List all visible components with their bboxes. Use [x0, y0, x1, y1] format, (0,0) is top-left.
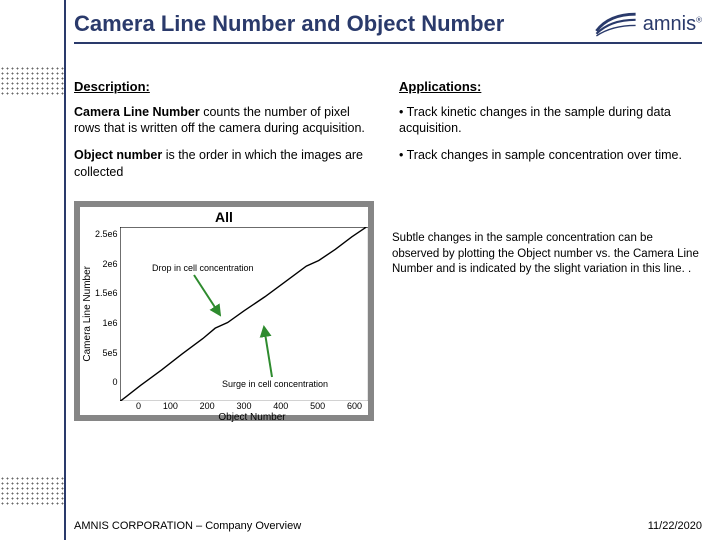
description-para-2: Object number is the order in which the …	[74, 147, 377, 181]
arrow-surge-icon	[262, 319, 302, 379]
applications-bullet-1: • Track kinetic changes in the sample du…	[399, 104, 702, 138]
amnis-swoosh-icon	[595, 10, 637, 38]
arrow-drop-icon	[194, 275, 254, 325]
chart-caption: Subtle changes in the sample concentrati…	[392, 231, 702, 278]
header: Camera Line Number and Object Number amn…	[74, 10, 702, 44]
brand-logo: amnis®	[595, 10, 702, 38]
footer: AMNIS CORPORATION – Company Overview 11/…	[74, 520, 702, 532]
applications-column: Applications: • Track kinetic changes in…	[399, 78, 702, 191]
chart-xlabel: Object Number	[80, 411, 368, 423]
chart-xticks: 0 100 200 300 400 500 600	[136, 401, 368, 411]
chart-container: All Camera Line Number 2.5e6 2e6 1.5e6 1…	[74, 201, 374, 421]
left-dotted-rail	[0, 0, 64, 540]
brand-name: amnis	[643, 13, 696, 35]
footer-date: 11/22/2020	[648, 520, 702, 532]
brand-reg: ®	[696, 15, 702, 24]
applications-bullet-2: • Track changes in sample concentration …	[399, 147, 702, 164]
chart-yticks: 2.5e6 2e6 1.5e6 1e6 5e5 0	[95, 227, 120, 401]
chart-title: All	[80, 207, 368, 227]
description-heading: Description:	[74, 78, 377, 96]
vertical-divider	[64, 0, 66, 540]
content: Description: Camera Line Number counts t…	[74, 78, 702, 506]
annotation-surge: Surge in cell concentration	[222, 379, 328, 389]
chart-ylabel: Camera Line Number	[80, 266, 95, 362]
page-title: Camera Line Number and Object Number	[74, 11, 504, 36]
annotation-drop: Drop in cell concentration	[152, 263, 254, 273]
description-para-1: Camera Line Number counts the number of …	[74, 104, 377, 138]
applications-heading: Applications:	[399, 78, 702, 96]
footer-left: AMNIS CORPORATION – Company Overview	[74, 520, 301, 532]
description-column: Description: Camera Line Number counts t…	[74, 78, 377, 191]
